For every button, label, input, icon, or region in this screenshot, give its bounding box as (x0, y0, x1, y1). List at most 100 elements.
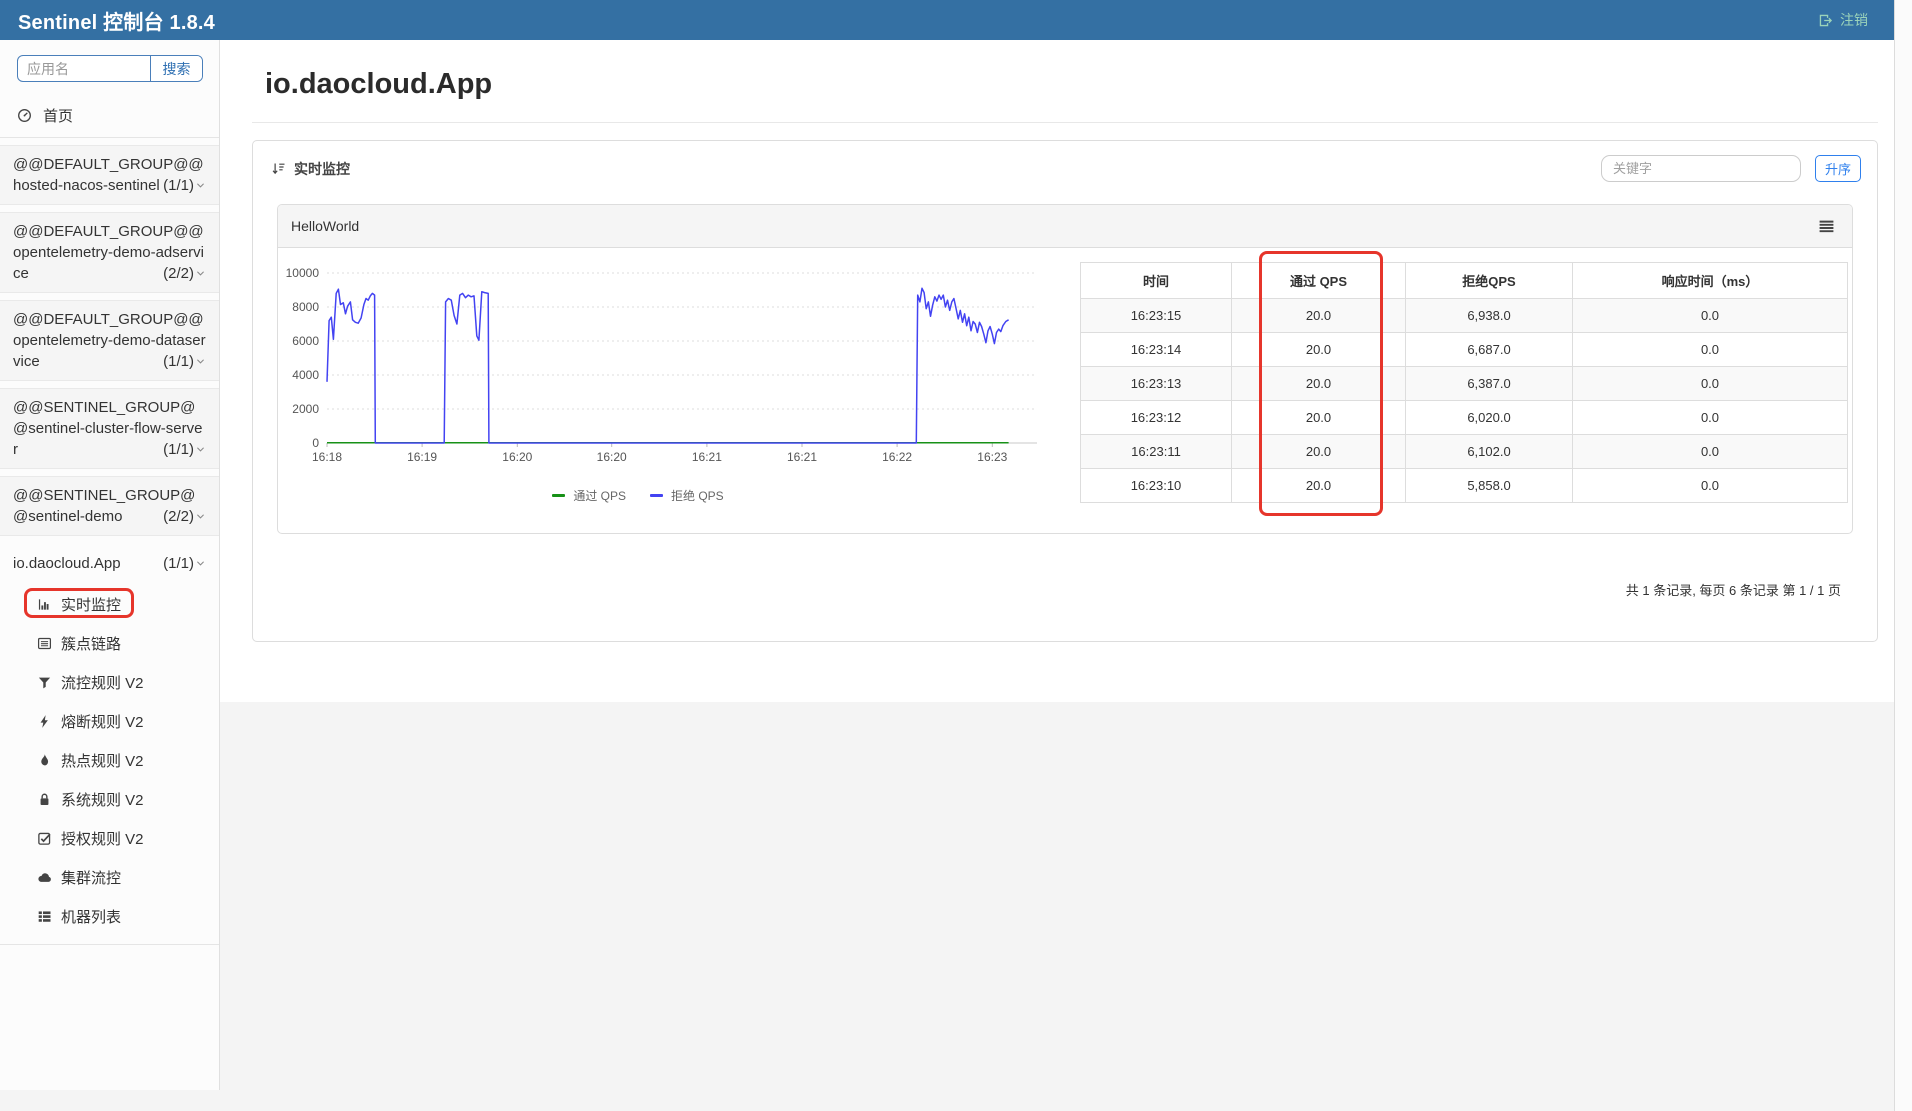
table-row: 16:23:1220.06,020.00.0 (1081, 401, 1848, 435)
table-cell: 16:23:15 (1081, 299, 1232, 333)
sidebar-item-realtime-monitor[interactable]: 实时监控 (0, 585, 219, 624)
home-label: 首页 (43, 105, 73, 126)
panel-menu-icon[interactable] (1818, 218, 1835, 235)
svg-text:16:22: 16:22 (882, 450, 912, 464)
table-cell: 0.0 (1573, 401, 1848, 435)
menu-label: 实时监控 (61, 594, 121, 615)
table-cell: 16:23:10 (1081, 469, 1232, 503)
table-cell: 0.0 (1573, 435, 1848, 469)
pagination-info: 共 1 条记录, 每页 6 条记录 第 1 / 1 页 (253, 580, 1841, 599)
sidebar-group-item[interactable]: @@SENTINEL_GROUP@@sentinel-demo (2/2) (0, 476, 219, 536)
table-cell: 0.0 (1573, 367, 1848, 401)
svg-text:0: 0 (312, 436, 319, 450)
metrics-table-wrap: 时间通过 QPS拒绝QPS响应时间（ms）16:23:1520.06,938.0… (1080, 262, 1847, 503)
app-title: Sentinel 控制台 1.8.4 (18, 6, 215, 35)
group-machine-count: (2/2) (163, 506, 206, 527)
app-group-list: @@DEFAULT_GROUP@@hosted-nacos-sentinel (… (0, 145, 219, 536)
table-cell: 20.0 (1232, 299, 1406, 333)
menu-label: 机器列表 (61, 906, 121, 927)
table-row: 16:23:1320.06,387.00.0 (1081, 367, 1848, 401)
scrollbar-track[interactable] (1894, 0, 1912, 1111)
list-alt-icon (37, 636, 52, 651)
resource-panel: HelloWorld 020004000600080001000016:1816… (277, 204, 1853, 534)
list-icon (37, 909, 52, 924)
sidebar-item-flow-rules-v2[interactable]: 流控规则 V2 (0, 663, 219, 702)
table-cell: 6,938.0 (1406, 299, 1573, 333)
sidebar-group-item[interactable]: @@SENTINEL_GROUP@@sentinel-cluster-flow-… (0, 388, 219, 469)
chevron-down-icon (194, 555, 206, 572)
svg-text:16:21: 16:21 (692, 450, 722, 464)
logout-icon (1818, 13, 1833, 28)
svg-text:16:19: 16:19 (407, 450, 437, 464)
group-machine-count: (1/1) (163, 439, 206, 460)
logout-label: 注销 (1840, 10, 1868, 30)
table-cell: 6,687.0 (1406, 333, 1573, 367)
card-title: 实时监控 (294, 159, 350, 179)
app-name: io.daocloud.App (13, 555, 121, 572)
menu-label: 集群流控 (61, 867, 121, 888)
menu-label: 授权规则 V2 (61, 828, 144, 849)
app-machine-count: (1/1) (163, 553, 206, 574)
filter-icon (37, 675, 52, 690)
realtime-monitor-card: 实时监控 升序 HelloWorld 020004000600080001000… (252, 140, 1878, 642)
svg-text:10000: 10000 (286, 266, 320, 280)
sidebar-item-authority-rules-v2[interactable]: 授权规则 V2 (0, 819, 219, 858)
group-machine-count: (1/1) (163, 351, 206, 372)
logout-button[interactable]: 注销 (1818, 10, 1894, 30)
table-cell: 16:23:12 (1081, 401, 1232, 435)
chevron-down-icon (194, 265, 206, 282)
table-cell: 0.0 (1573, 333, 1848, 367)
table-row: 16:23:1120.06,102.00.0 (1081, 435, 1848, 469)
table-row: 16:23:1420.06,687.00.0 (1081, 333, 1848, 367)
menu-label: 系统规则 V2 (61, 789, 144, 810)
dashboard-icon (17, 108, 32, 123)
table-cell: 6,387.0 (1406, 367, 1573, 401)
sort-ascending-button[interactable]: 升序 (1815, 155, 1861, 182)
table-row: 16:23:1520.06,938.00.0 (1081, 299, 1848, 333)
table-cell: 6,020.0 (1406, 401, 1573, 435)
sidebar-group-item[interactable]: @@DEFAULT_GROUP@@opentelemetry-demo-data… (0, 300, 219, 381)
divider (252, 122, 1878, 123)
svg-text:2000: 2000 (292, 402, 319, 416)
svg-text:6000: 6000 (292, 334, 319, 348)
app-search-button[interactable]: 搜索 (150, 56, 202, 81)
table-cell: 20.0 (1232, 401, 1406, 435)
sidebar: 搜索 首页 @@DEFAULT_GROUP@@hosted-nacos-sent… (0, 40, 220, 1090)
menu-label: 流控规则 V2 (61, 672, 144, 693)
column-header: 时间 (1081, 263, 1232, 299)
bar-chart-icon (37, 597, 52, 612)
metrics-table: 时间通过 QPS拒绝QPS响应时间（ms）16:23:1520.06,938.0… (1080, 262, 1848, 503)
group-machine-count: (1/1) (163, 175, 206, 196)
chevron-down-icon (194, 353, 206, 370)
sidebar-item-hotspot-rules-v2[interactable]: 热点规则 V2 (0, 741, 219, 780)
chevron-down-icon (194, 441, 206, 458)
sidebar-item-machine-list[interactable]: 机器列表 (0, 897, 219, 936)
menu-label: 簇点链路 (61, 633, 121, 654)
table-cell: 16:23:14 (1081, 333, 1232, 367)
page-title: io.daocloud.App (252, 40, 1878, 101)
sidebar-item-cluster-flow[interactable]: 集群流控 (0, 858, 219, 897)
column-header: 响应时间（ms） (1573, 263, 1848, 299)
svg-text:16:21: 16:21 (787, 450, 817, 464)
top-navbar: Sentinel 控制台 1.8.4 注销 (0, 0, 1912, 40)
sidebar-item-cluster-link[interactable]: 簇点链路 (0, 624, 219, 663)
app-search-group: 搜索 (17, 55, 203, 82)
sidebar-group-item[interactable]: @@DEFAULT_GROUP@@hosted-nacos-sentinel (… (0, 145, 219, 205)
column-header: 拒绝QPS (1406, 263, 1573, 299)
table-cell: 16:23:13 (1081, 367, 1232, 401)
table-cell: 20.0 (1232, 469, 1406, 503)
svg-text:16:20: 16:20 (597, 450, 627, 464)
sidebar-item-degrade-rules-v2[interactable]: 熔断规则 V2 (0, 702, 219, 741)
chart-legend: 通过 QPS拒绝 QPS (318, 486, 958, 504)
svg-text:8000: 8000 (292, 300, 319, 314)
svg-text:4000: 4000 (292, 368, 319, 382)
sidebar-item-system-rules-v2[interactable]: 系统规则 V2 (0, 780, 219, 819)
group-machine-count: (2/2) (163, 263, 206, 284)
sidebar-item-app-iodaocloud[interactable]: io.daocloud.App (1/1) (0, 543, 219, 583)
app-search-input[interactable] (18, 56, 150, 81)
sidebar-item-home[interactable]: 首页 (0, 94, 219, 137)
keyword-input[interactable] (1601, 155, 1801, 182)
table-cell: 20.0 (1232, 367, 1406, 401)
sidebar-group-item[interactable]: @@DEFAULT_GROUP@@opentelemetry-demo-adse… (0, 212, 219, 293)
menu-label: 热点规则 V2 (61, 750, 144, 771)
